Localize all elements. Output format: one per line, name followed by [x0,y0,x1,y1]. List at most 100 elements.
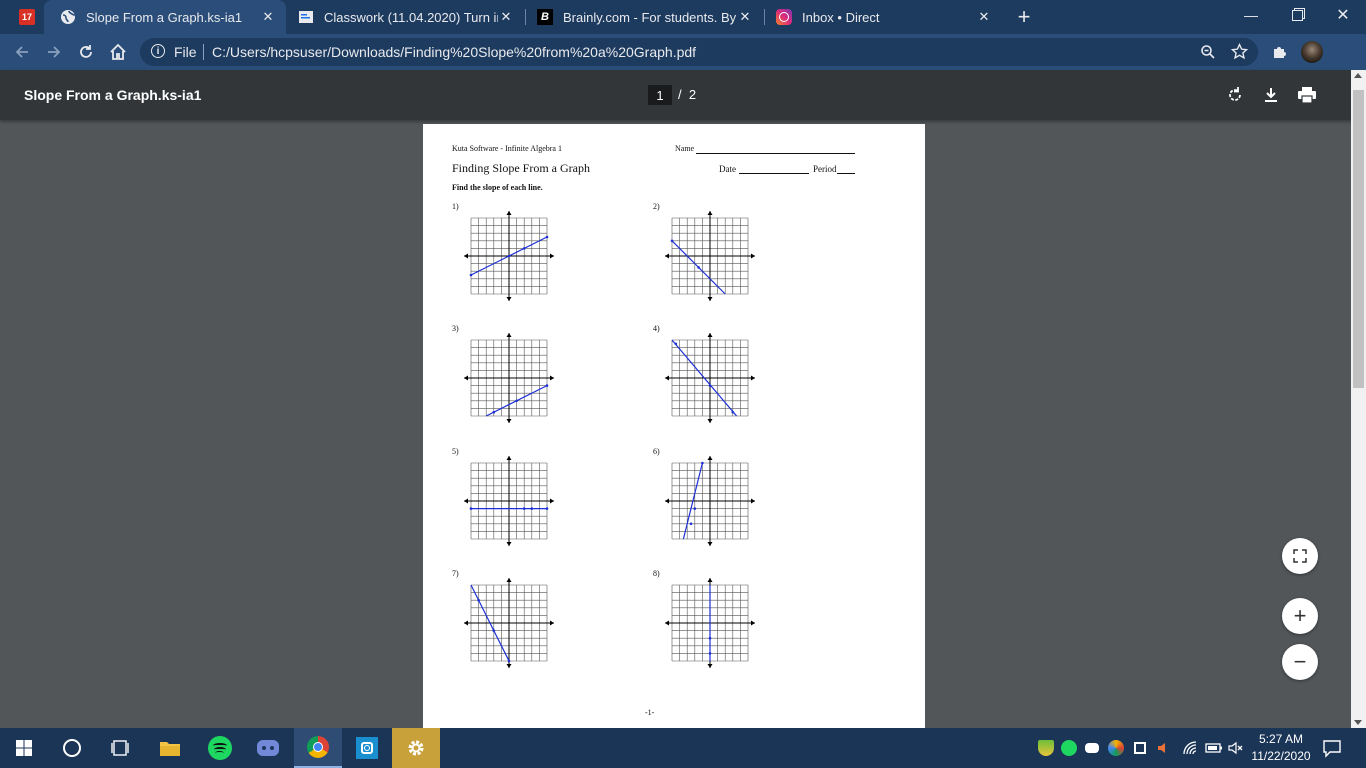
minus-icon: − [1293,649,1307,674]
network-lock-tray-icon[interactable] [1132,740,1148,756]
graph-5 [464,456,554,546]
home-icon [110,43,126,60]
pdf-title: Slope From a Graph.ks-ia1 [24,87,202,103]
tab-slope-from-graph[interactable]: Slope From a Graph.ks-ia1 ✕ [44,0,286,34]
forward-button[interactable] [42,40,66,64]
tab-classwork[interactable]: Classwork (11.04.2020) Turn in 6, ✕ [282,0,524,34]
puzzle-icon [1274,47,1286,58]
graph-2 [665,211,755,301]
discord-button[interactable] [244,728,292,768]
period-underline [837,173,855,174]
page-number-input[interactable]: 1 [648,85,672,105]
clock-time: 5:27 AM [1258,732,1304,746]
download-icon[interactable] [1262,86,1280,104]
close-window-button[interactable]: ✕ [1320,0,1366,30]
tab-label: Inbox • Direct [802,9,880,25]
brainly-icon: B [537,9,553,25]
back-arrow-icon [15,46,28,58]
search-button[interactable] [48,728,96,768]
problem-number-3: 3) [452,324,459,333]
fullscreen-icon [1293,549,1307,563]
graph-4 [665,333,755,423]
zoom-icon[interactable] [1200,44,1216,60]
zoom-out-button[interactable]: − [1282,644,1318,680]
battery-tray-icon[interactable] [1205,740,1222,756]
file-explorer-button[interactable] [146,728,194,768]
reload-button[interactable] [74,40,98,64]
gear-icon [408,740,424,756]
avatar [1301,41,1323,63]
rotate-icon[interactable] [1226,86,1244,104]
profile-avatar[interactable] [1300,40,1324,64]
name-label: Name [675,144,695,153]
browser-toolbar: i File C:/Users/hcpsuser/Downloads/Findi… [0,34,1366,70]
graph-8 [665,578,755,668]
tab-instagram-inbox[interactable]: Inbox • Direct ✕ [760,0,1002,34]
tab-brainly[interactable]: B Brainly.com - For students. By stu ✕ [521,0,763,34]
problem-number-5: 5) [452,447,459,456]
task-view-icon [111,740,129,756]
folder-icon [160,742,180,756]
back-button[interactable] [10,40,34,64]
colorful-tray-icon[interactable] [1108,740,1124,756]
forward-arrow-icon [48,46,61,58]
system-clock[interactable]: 5:27 AM 11/22/2020 [1250,731,1312,765]
home-button[interactable] [106,40,130,64]
instagram-app-button[interactable] [343,728,391,768]
zoom-in-button[interactable]: + [1282,598,1318,634]
scheme-label: File [174,44,197,60]
spotify-button[interactable] [196,728,244,768]
problem-number-1: 1) [452,202,459,211]
clock-date: 11/22/2020 [1251,749,1311,763]
graph-6 [665,456,755,546]
close-tab-icon[interactable]: ✕ [737,9,753,25]
extensions-button[interactable] [1268,40,1292,64]
spotify-tray-icon[interactable] [1061,740,1077,756]
globe-icon [61,10,76,24]
task-view-button[interactable] [96,728,144,768]
volume-tray-icon[interactable] [1156,740,1172,756]
bookmark-star-icon[interactable] [1231,43,1248,60]
scroll-up-arrow[interactable] [1354,73,1362,78]
close-tab-icon[interactable]: ✕ [260,9,276,25]
start-button[interactable] [0,728,48,768]
close-tab-icon[interactable]: ✕ [498,9,514,25]
instagram-icon [776,9,792,25]
worksheet-title: Finding Slope From a Graph [452,161,590,175]
info-icon[interactable]: i [151,44,165,58]
page-footer: -1- [645,708,655,717]
pinned-calendar-tab[interactable]: 17 [12,0,42,34]
action-center-button[interactable] [1322,738,1342,758]
graph-7 [464,578,554,668]
scroll-down-arrow[interactable] [1354,720,1362,725]
print-icon[interactable] [1297,86,1317,104]
windows-logo-icon [16,740,32,756]
settings-button[interactable] [392,728,440,768]
muted-speaker-tray-icon[interactable] [1228,740,1244,756]
wifi-tray-icon[interactable] [1182,740,1198,756]
close-tab-icon[interactable]: ✕ [976,9,992,25]
vertical-scrollbar[interactable] [1351,70,1366,728]
url-text: C:/Users/hcpsuser/Downloads/Finding%20Sl… [212,44,697,60]
tab-label: Classwork (11.04.2020) Turn in 6, [324,9,498,25]
chrome-button[interactable] [294,728,342,768]
fit-to-page-button[interactable] [1282,538,1318,574]
address-bar[interactable]: i File C:/Users/hcpsuser/Downloads/Findi… [140,38,1258,66]
tab-label: Brainly.com - For students. By stu [563,9,737,25]
date-underline [739,173,809,174]
problem-number-8: 8) [653,569,660,578]
new-tab-button[interactable]: + [1012,4,1036,29]
discord-tray-icon[interactable] [1085,740,1101,756]
close-icon: ✕ [1336,7,1350,24]
calendar-icon: 17 [19,9,35,25]
security-shield-tray-icon[interactable] [1038,740,1054,756]
scrollbar-thumb[interactable] [1353,90,1364,388]
tab-label: Slope From a Graph.ks-ia1 [86,9,243,25]
chrome-icon [307,736,329,758]
pdf-toolbar: Slope From a Graph.ks-ia1 1 / 2 [0,70,1366,120]
restore-icon [1291,9,1303,21]
name-underline [696,153,855,154]
restore-button[interactable] [1274,0,1320,30]
windows-taskbar: 5:27 AM 11/22/2020 [0,728,1366,768]
minimize-button[interactable]: — [1228,0,1274,30]
